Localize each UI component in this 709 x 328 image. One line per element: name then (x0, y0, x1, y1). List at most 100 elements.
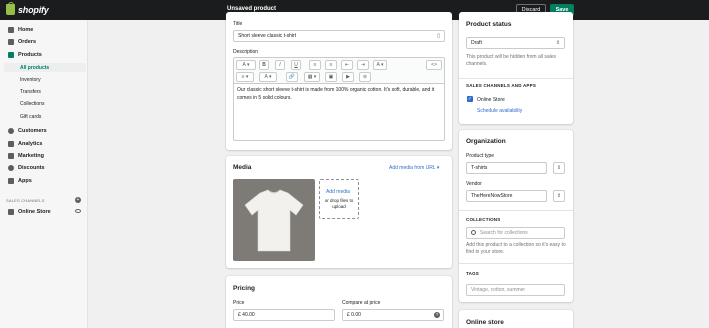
product-type-label: Product type (466, 153, 495, 159)
outdent-button[interactable]: ⇤ (341, 60, 353, 70)
collections-placeholder: Search for collections (480, 230, 528, 236)
collections-search-input[interactable]: Search for collections (466, 227, 565, 239)
italic-button[interactable]: I (275, 60, 285, 70)
collections-heading: COLLECTIONS (466, 217, 501, 222)
sidebar-item-label: Apps (18, 178, 32, 184)
tags-input[interactable]: Vintage, cotton, summer (466, 284, 565, 296)
drop-files-hint: or drop files to upload (324, 198, 354, 209)
view-store-eye-icon[interactable] (75, 209, 81, 213)
html-toggle-button[interactable]: <> (426, 60, 442, 70)
table-button[interactable]: ▦ ▾ (304, 72, 320, 82)
compare-price-input[interactable]: £ 0.00 ? (342, 309, 444, 321)
product-image-tshirt[interactable] (233, 179, 315, 261)
image-button[interactable]: ▣ (325, 72, 337, 82)
logo-text: shopify (18, 4, 49, 15)
title-input[interactable]: Short sleeve classic t-shirt ▯ (233, 30, 445, 42)
compare-price-value: £ 0.00 (347, 312, 361, 318)
align-dropdown[interactable]: ≡ ▾ (236, 72, 254, 82)
help-icon[interactable]: ? (434, 312, 440, 318)
sidebar-item-label: Online Store (18, 209, 51, 215)
video-button[interactable]: ▶ (342, 72, 354, 82)
sidebar-item-label: Orders (18, 39, 37, 45)
vendor-label: Vendor (466, 181, 482, 187)
bullet-list-button[interactable]: ≡ (309, 60, 321, 70)
subitem-inventory[interactable]: Inventory (20, 77, 41, 83)
add-media-button[interactable]: Add media (326, 189, 350, 195)
sidebar-item-products[interactable]: Products (8, 52, 42, 58)
home-icon (8, 27, 14, 33)
sidebar-item-analytics[interactable]: Analytics (8, 141, 42, 147)
select-arrows-icon: ⇕ (555, 40, 560, 46)
online-store-card: Online store (459, 310, 573, 328)
orders-icon (8, 39, 14, 45)
sidebar-item-apps[interactable]: Apps (8, 178, 32, 184)
numbered-list-button[interactable]: ≡ (325, 60, 337, 70)
hidden-note: This product will be hidden from all sal… (466, 54, 557, 67)
schedule-availability-link[interactable]: Schedule availability (477, 108, 522, 114)
sidebar-item-orders[interactable]: Orders (8, 39, 36, 45)
product-type-select-icon[interactable]: ⇕ (553, 162, 565, 174)
price-input[interactable]: £ 40.00 (233, 309, 335, 321)
title-value: Short sleeve classic t-shirt (238, 33, 297, 39)
store-icon (8, 209, 14, 215)
description-text[interactable]: Our classic short sleeve t-shirt is made… (237, 87, 441, 102)
subitem-collections[interactable]: Collections (20, 101, 44, 107)
compare-price-label: Compare at price (342, 300, 381, 306)
organization-heading: Organization (466, 138, 506, 145)
status-select[interactable]: Draft ⇕ (466, 37, 565, 49)
sidebar-item-label: Home (18, 27, 34, 33)
tags-heading: TAGS (466, 271, 479, 276)
shopify-bag-icon (6, 2, 15, 15)
price-label: Price (233, 300, 245, 306)
clear-format-button[interactable]: ⊘ (359, 72, 371, 82)
subitem-all-products[interactable]: All products (20, 65, 49, 71)
bold-button[interactable]: B (259, 60, 269, 70)
organization-card: Organization Product type T-shirts ⇕ Ven… (459, 130, 573, 302)
sidebar-item-customers[interactable]: Customers (8, 128, 47, 134)
link-button[interactable]: 🔗 (286, 72, 298, 82)
online-store-heading: Online store (466, 319, 504, 326)
sidebar-item-online-store[interactable]: Online Store (8, 209, 51, 215)
sidebar-item-label: Analytics (18, 141, 43, 147)
add-media-from-url-link[interactable]: Add media from URL ▾ (389, 165, 439, 171)
description-label: Description (233, 49, 259, 55)
sidebar-item-label: Discounts (18, 165, 45, 171)
analytics-icon (8, 141, 14, 147)
divider (459, 210, 573, 211)
vendor-select-icon[interactable]: ⇕ (553, 190, 565, 202)
online-store-checkbox[interactable]: ✓ (467, 96, 473, 102)
divider (459, 263, 573, 264)
product-status-card: Product status Draft ⇕ This product will… (459, 12, 573, 124)
subitem-gift-cards[interactable]: Gift cards (20, 114, 41, 120)
text-color-button[interactable]: A ▾ (373, 60, 387, 70)
online-store-label: Online Store (477, 97, 505, 103)
add-channel-icon[interactable]: + (75, 197, 81, 203)
shopify-logo[interactable]: shopify (6, 2, 49, 15)
sidebar-item-label: Marketing (18, 153, 44, 159)
sidebar-item-home[interactable]: Home (8, 27, 33, 33)
title-label: Title (233, 21, 243, 27)
font-color-dropdown[interactable]: A ▾ (259, 72, 277, 82)
product-type-input[interactable]: T-shirts (466, 162, 547, 174)
subitem-transfers[interactable]: Transfers (20, 89, 41, 95)
text-format-dropdown[interactable]: A ▾ (236, 60, 256, 70)
marketing-icon (8, 153, 14, 159)
underline-button[interactable]: U (291, 60, 301, 70)
media-heading: Media (233, 164, 252, 171)
indent-button[interactable]: ⇥ (357, 60, 369, 70)
sales-channels-apps-heading: SALES CHANNELS AND APPS (466, 83, 537, 88)
sidebar-item-marketing[interactable]: Marketing (8, 153, 44, 159)
product-status-heading: Product status (466, 21, 512, 28)
collections-note: Add this product to a collection so it's… (466, 242, 566, 255)
apps-icon (8, 178, 14, 184)
magic-icon[interactable]: ▯ (437, 33, 440, 39)
tag-icon (8, 52, 14, 58)
pricing-heading: Pricing (233, 285, 256, 292)
sidebar-item-discounts[interactable]: Discounts (8, 165, 45, 171)
pricing-card: Pricing Price £ 40.00 Compare at price £… (226, 276, 452, 328)
sidebar: Home Orders Products All products Invent… (0, 20, 88, 328)
sidebar-item-label: Customers (18, 128, 47, 134)
status-value: Draft (471, 40, 482, 46)
vendor-input[interactable]: TheHereNowStore (466, 190, 547, 202)
search-icon (471, 230, 476, 235)
